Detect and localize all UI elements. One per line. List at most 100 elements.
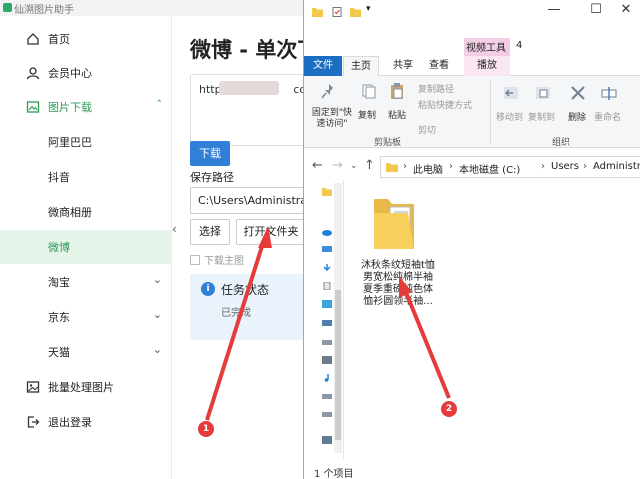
cut-button[interactable]: 剪切	[418, 123, 436, 136]
drive-icon[interactable]	[322, 410, 332, 418]
tab-share[interactable]: 共享	[388, 56, 418, 76]
sidebar-item-jd[interactable]: 京东 ⌄	[0, 300, 172, 334]
tab-home[interactable]: 主页	[343, 56, 379, 76]
image-icon	[26, 381, 40, 393]
onedrive-icon[interactable]	[322, 228, 332, 236]
tab-play[interactable]: 播放	[464, 56, 510, 76]
sidebar-item-tmall[interactable]: 天猫 ⌄	[0, 335, 172, 369]
quick-access-dropdown-icon[interactable]: ▾	[366, 4, 371, 14]
folder-name[interactable]: 沐秋条纹短袖t恤男宽松纯棉半袖夏季重磅纯色体恤衫圆领半袖...	[360, 260, 436, 308]
this-pc-icon[interactable]	[322, 320, 332, 328]
sidebar-item-label: 退出登录	[48, 416, 92, 429]
save-path-label: 保存路径	[190, 171, 234, 184]
organize-group-label: 组织	[552, 138, 571, 148]
sidebar-item-batch[interactable]: 批量处理图片	[0, 370, 172, 404]
save-path-input[interactable]: C:\Users\Administrator	[190, 187, 310, 214]
address-bar[interactable]: › 此电脑 › 本地磁盘 (C:) › Users › Administrato…	[380, 156, 640, 178]
copy-path-button[interactable]: 复制路径	[418, 82, 454, 95]
sidebar-item-label: 首页	[48, 33, 70, 46]
drive-icon[interactable]	[322, 338, 332, 346]
minimize-button[interactable]: —	[542, 2, 566, 17]
desktop-icon[interactable]	[322, 246, 332, 254]
page-title: 微博 - 单次下	[190, 38, 319, 62]
breadcrumb-users[interactable]: Users	[551, 161, 579, 172]
url-input[interactable]: httpscom/u/	[190, 74, 331, 146]
sidebar-item-weishang[interactable]: 微商相册	[0, 195, 172, 229]
download-main-checkbox[interactable]: 下载主图	[190, 252, 244, 267]
recent-dropdown-icon[interactable]: ⌄	[350, 161, 358, 171]
sidebar-item-image-download[interactable]: 图片下载 ˄	[0, 90, 172, 124]
logout-icon	[27, 416, 40, 428]
download-button[interactable]: 下载	[190, 141, 230, 166]
new-folder-icon[interactable]	[350, 7, 361, 17]
downloads-icon[interactable]	[322, 264, 332, 272]
sidebar-item-douyin[interactable]: 抖音	[0, 160, 172, 194]
app-title: 仙溯图片助手	[14, 5, 74, 16]
explorer-titlebar: ▾ — ☐ ✕	[304, 0, 640, 30]
delete-button[interactable]: 删除	[568, 110, 586, 123]
sidebar-item-label: 淘宝	[48, 276, 70, 289]
tab-view[interactable]: 查看	[424, 56, 454, 76]
image-download-icon	[26, 101, 40, 113]
copy-icon	[362, 84, 376, 99]
copy-button[interactable]: 复制	[358, 108, 376, 121]
nav-scrollbar-thumb[interactable]	[335, 290, 341, 440]
context-number: 4	[516, 40, 523, 51]
properties-icon[interactable]	[332, 7, 343, 17]
sidebar-item-home[interactable]: 首页	[0, 22, 172, 56]
breadcrumb-sep: ›	[583, 161, 587, 172]
collapse-sidebar-icon[interactable]: ‹	[172, 222, 177, 236]
redacted-url-blur	[219, 81, 279, 95]
task-status-card: i 任务状态 已完成	[190, 274, 310, 340]
sidebar-item-label: 图片下载	[48, 101, 92, 114]
paste-shortcut-button[interactable]: 粘贴快捷方式	[418, 98, 472, 111]
maximize-button[interactable]: ☐	[584, 2, 608, 17]
pictures-icon[interactable]	[322, 300, 332, 308]
sidebar-item-label: 批量处理图片	[48, 381, 114, 394]
documents-icon[interactable]	[322, 282, 332, 290]
checkbox-label: 下载主图	[204, 256, 244, 267]
breadcrumb-administrator[interactable]: Administrator	[593, 161, 640, 172]
sidebar-item-logout[interactable]: 退出登录	[0, 405, 172, 439]
network-icon[interactable]	[322, 436, 332, 444]
breadcrumb-sep: ›	[449, 161, 453, 172]
folder-icon[interactable]	[322, 188, 332, 196]
annotation-badge-1: 1	[198, 421, 214, 437]
paste-button[interactable]: 粘贴	[388, 108, 406, 121]
copy-to-button[interactable]: 复制到	[528, 110, 555, 123]
sidebar-item-member[interactable]: 会员中心	[0, 56, 172, 90]
main-panel: 微博 - 单次下 httpscom/u/ 下载 保存路径 C:\Users\Ad…	[178, 16, 331, 479]
task-title: 任务状态	[221, 283, 270, 297]
open-folder-button[interactable]: 打开文件夹	[236, 219, 306, 245]
sidebar-item-weibo[interactable]: 微博	[0, 230, 172, 264]
folder-icon[interactable]	[372, 193, 416, 253]
annotation-badge-2: 2	[441, 401, 457, 417]
music-icon[interactable]	[322, 374, 332, 382]
move-to-button[interactable]: 移动到	[496, 110, 523, 123]
info-icon: i	[201, 282, 215, 296]
rename-button[interactable]: 重命名	[594, 110, 621, 123]
sidebar-item-label: 阿里巴巴	[48, 136, 92, 149]
videos-icon[interactable]	[322, 356, 332, 364]
breadcrumb-sep: ›	[541, 161, 545, 172]
sidebar-item-label: 微博	[48, 241, 70, 254]
address-row: ← → ⌄ ↑ › 此电脑 › 本地磁盘 (C:) › Users › Admi…	[304, 156, 640, 178]
drive-icon[interactable]	[322, 392, 332, 400]
status-bar: 1 个项目	[304, 463, 640, 479]
item-count: 1 个项目	[314, 469, 354, 479]
close-button[interactable]: ✕	[614, 2, 638, 17]
up-arrow-icon[interactable]: ↑	[364, 158, 375, 173]
rename-icon	[601, 87, 617, 100]
forward-arrow-icon[interactable]: →	[332, 158, 343, 173]
sidebar-item-alibaba[interactable]: 阿里巴巴	[0, 125, 172, 159]
tab-file[interactable]: 文件	[304, 56, 342, 76]
back-arrow-icon[interactable]: ←	[312, 158, 323, 173]
select-button[interactable]: 选择	[190, 219, 230, 245]
home-icon	[27, 33, 39, 45]
task-status-text: 已完成	[221, 308, 251, 319]
chevron-down-icon: ⌄	[152, 308, 162, 321]
pin-quick-access-button[interactable]: 固定到"快速访问"	[310, 108, 354, 130]
sidebar-item-taobao[interactable]: 淘宝 ⌄	[0, 265, 172, 299]
breadcrumb-c-drive[interactable]: 本地磁盘 (C:)	[459, 161, 520, 176]
breadcrumb-this-pc[interactable]: 此电脑	[413, 161, 443, 176]
